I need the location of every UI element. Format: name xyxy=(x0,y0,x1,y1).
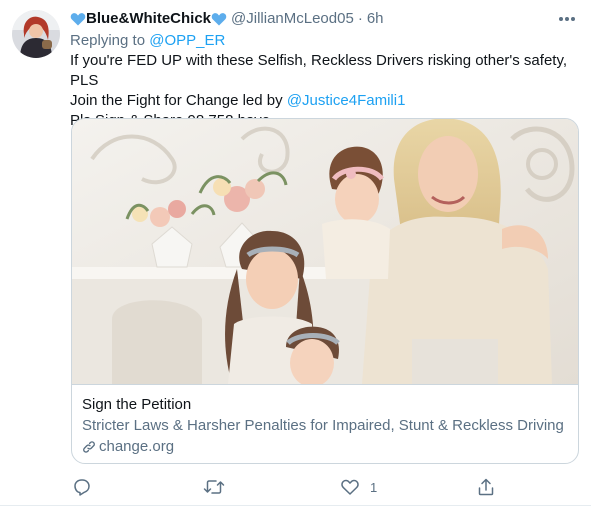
retweet-button[interactable] xyxy=(203,476,235,498)
replying-to: Replying to @OPP_ER xyxy=(70,31,580,51)
avatar[interactable] xyxy=(12,10,60,58)
card-description: Stricter Laws & Harsher Penalties for Im… xyxy=(82,417,564,434)
card-title: Sign the Petition xyxy=(82,396,192,413)
mention-link[interactable]: @Justice4Famili1 xyxy=(287,92,406,109)
blue-heart-icon xyxy=(70,11,86,27)
tweet-text-line: Join the Fight for Change led by @Justic… xyxy=(70,91,580,111)
card-body: Sign the Petition Stricter Laws & Harshe… xyxy=(82,395,572,457)
user-handle[interactable]: @JillianMcLeod05 xyxy=(231,10,354,28)
blue-heart-icon xyxy=(211,11,227,27)
share-button[interactable] xyxy=(476,476,496,498)
display-name[interactable]: Blue&WhiteChick xyxy=(86,10,211,28)
card-domain-text: change.org xyxy=(99,438,175,455)
link-icon xyxy=(82,440,96,454)
reply-button[interactable] xyxy=(72,476,102,498)
card-domain: change.org xyxy=(82,437,572,457)
tweet-header: Blue&WhiteChick @JillianMcLeod05 · 6h xyxy=(70,10,580,28)
like-button[interactable]: 1 xyxy=(340,476,377,498)
retweet-icon xyxy=(203,477,225,497)
family-photo xyxy=(72,119,578,384)
action-bar: 1 xyxy=(70,476,580,498)
tweet[interactable]: Blue&WhiteChick @JillianMcLeod05 · 6h Re… xyxy=(0,0,591,506)
share-icon xyxy=(476,477,496,497)
timestamp[interactable]: 6h xyxy=(367,10,384,28)
tweet-text-line: If you're FED UP with these Selfish, Rec… xyxy=(70,52,568,89)
reply-icon xyxy=(72,477,92,497)
replying-to-mention[interactable]: @OPP_ER xyxy=(149,32,225,49)
heart-outline-icon xyxy=(340,477,360,497)
more-horizontal-icon[interactable] xyxy=(556,10,578,28)
card-image[interactable] xyxy=(72,119,578,385)
link-preview-card[interactable]: Sign the Petition Stricter Laws & Harshe… xyxy=(71,118,579,464)
like-count: 1 xyxy=(370,479,378,495)
replying-to-label: Replying to xyxy=(70,32,146,49)
tweet-text-segment: Join the Fight for Change led by xyxy=(70,92,283,109)
separator-dot: · xyxy=(357,10,363,27)
